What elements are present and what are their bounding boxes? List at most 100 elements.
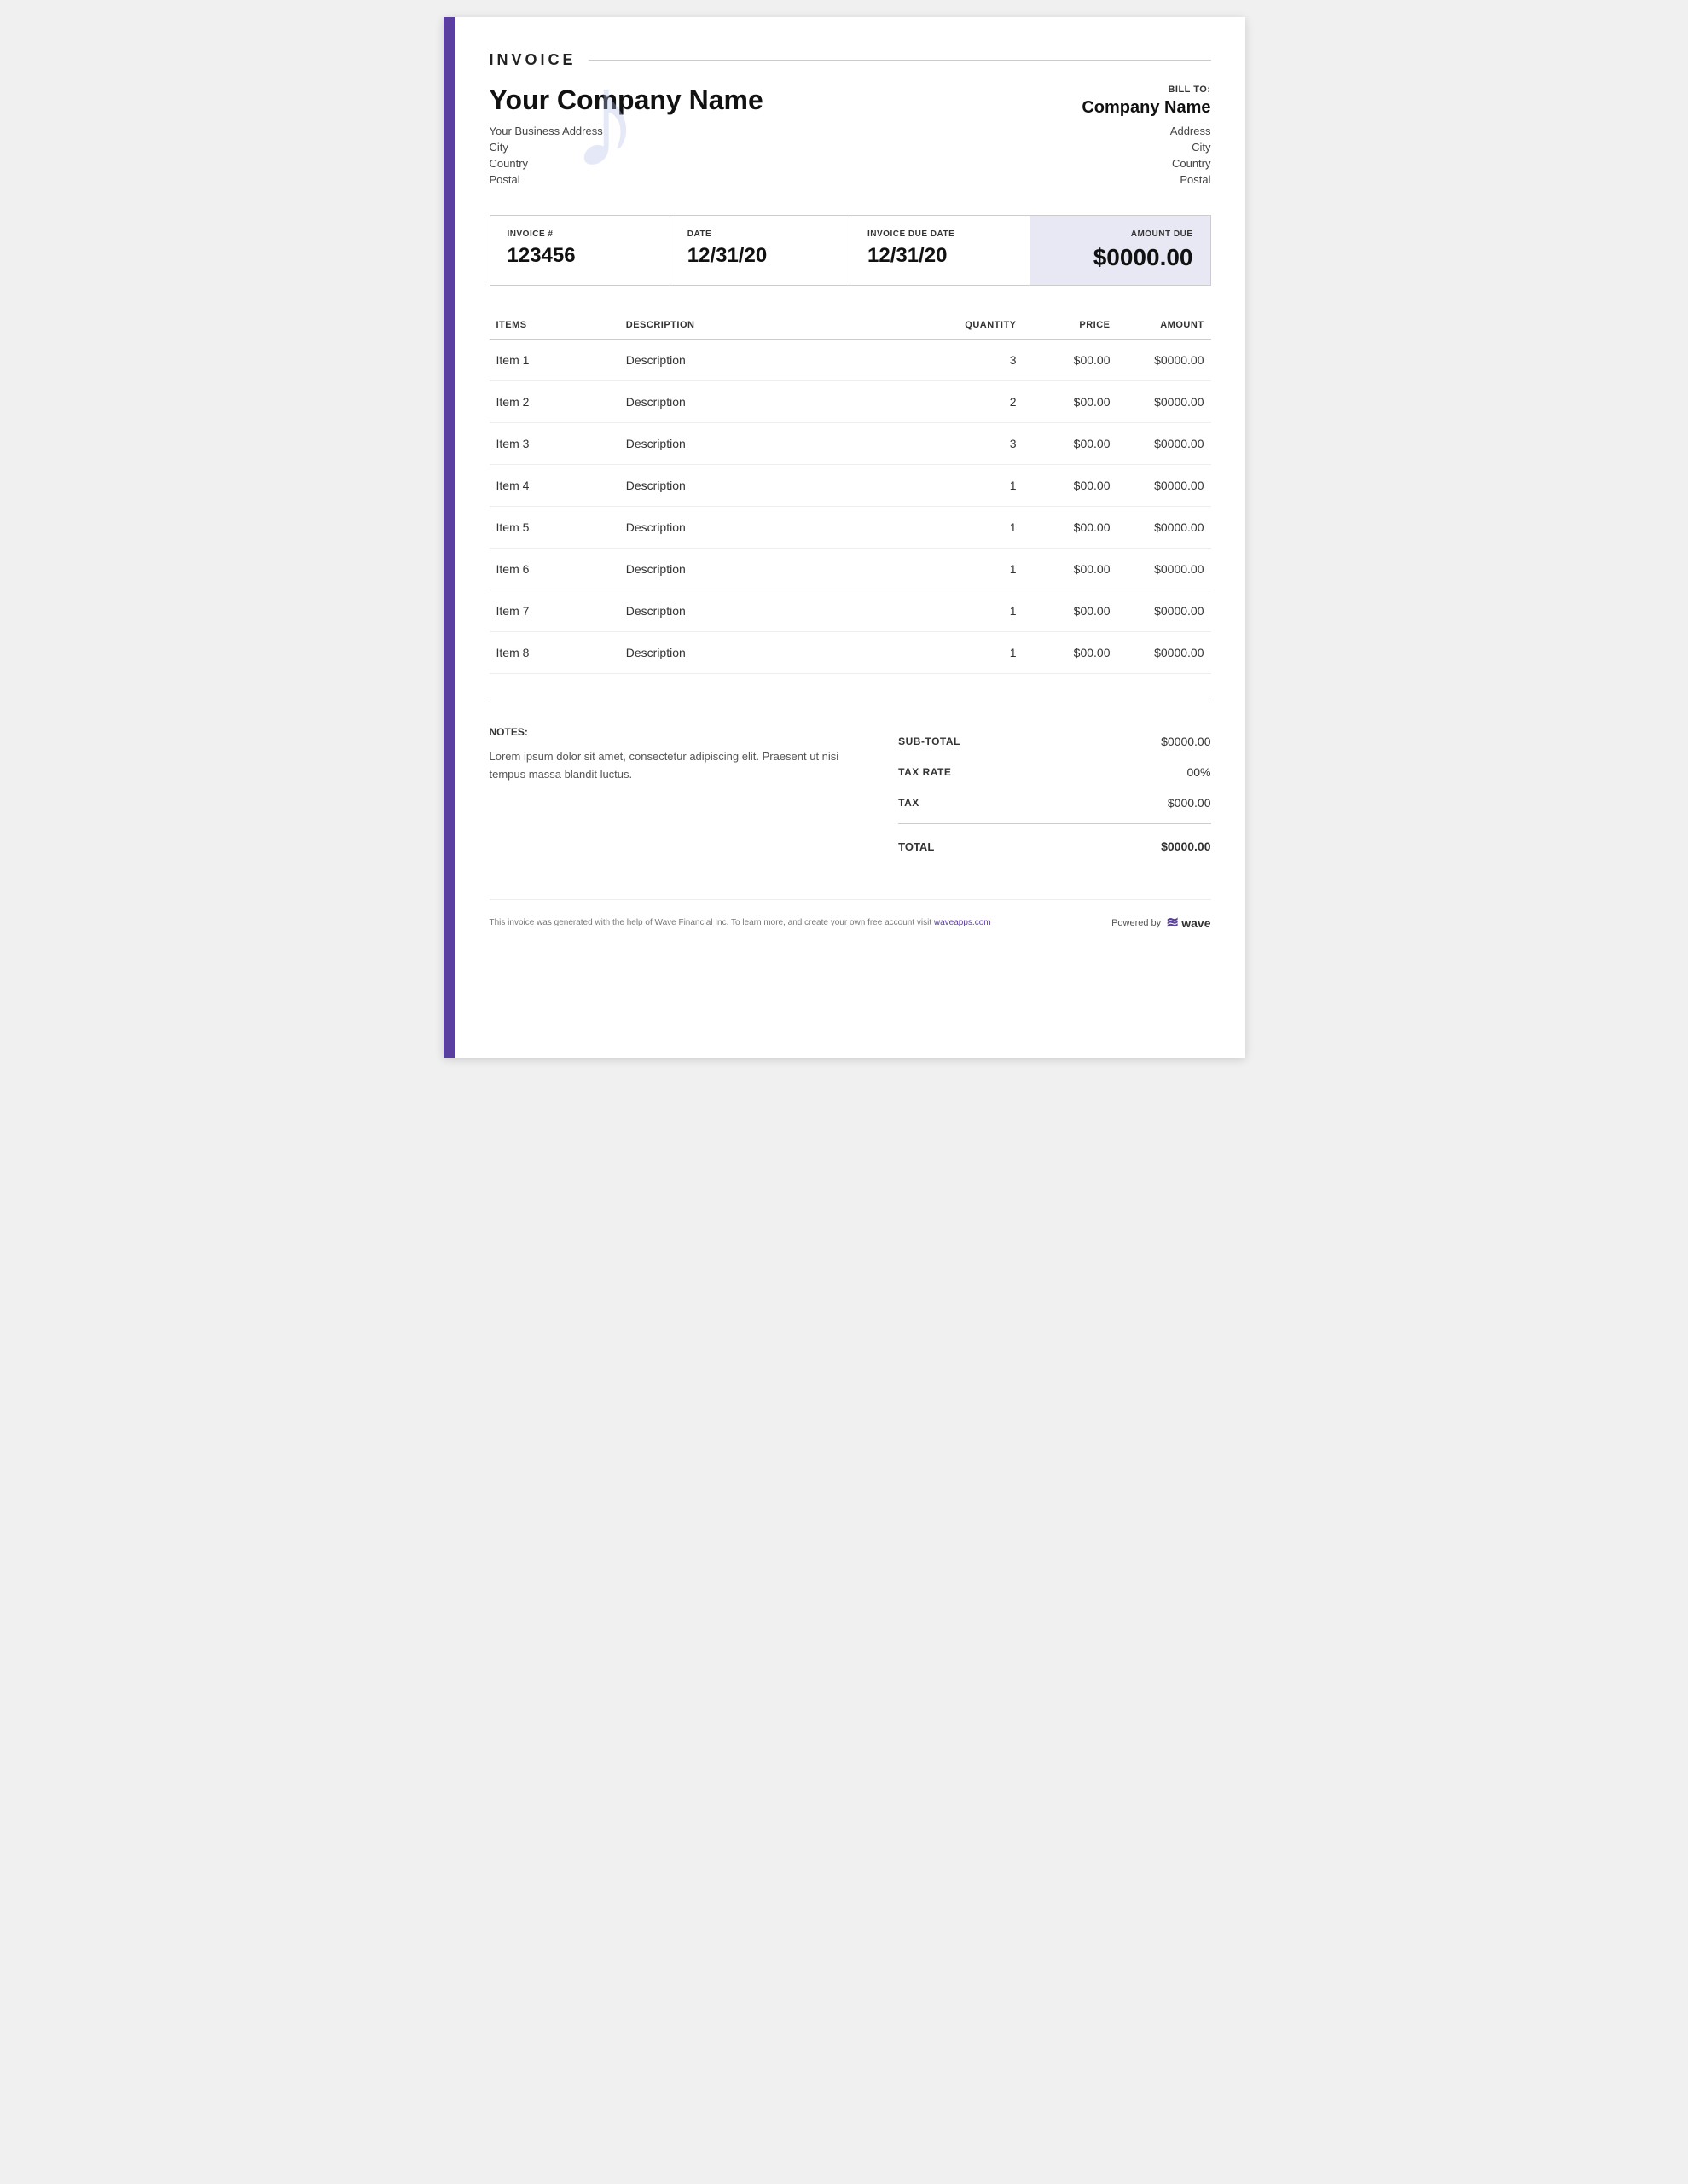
item-name: Item 5 xyxy=(490,507,619,549)
due-date-value: 12/31/20 xyxy=(867,244,1012,268)
item-amount: $0000.00 xyxy=(1117,549,1211,590)
notes-column: NOTES: Lorem ipsum dolor sit amet, conse… xyxy=(490,726,865,857)
subtotal-value: $0000.00 xyxy=(1161,735,1210,748)
item-amount: $0000.00 xyxy=(1117,590,1211,632)
tax-rate-label: TAX RATE xyxy=(898,766,951,778)
bill-city: City xyxy=(1041,141,1211,154)
item-amount: $0000.00 xyxy=(1117,423,1211,465)
table-row: Item 5 Description 1 $00.00 $0000.00 xyxy=(490,507,1211,549)
tax-label: TAX xyxy=(898,797,919,809)
accent-bar xyxy=(444,17,455,1058)
item-quantity: 1 xyxy=(922,507,1023,549)
item-price: $00.00 xyxy=(1024,465,1117,507)
invoice-number-label: INVOICE # xyxy=(508,229,653,239)
table-header-row: ITEMS DESCRIPTION QUANTITY PRICE AMOUNT xyxy=(490,311,1211,340)
item-price: $00.00 xyxy=(1024,590,1117,632)
item-description: Description xyxy=(619,423,922,465)
item-quantity: 1 xyxy=(922,465,1023,507)
item-price: $00.00 xyxy=(1024,423,1117,465)
item-description: Description xyxy=(619,632,922,674)
item-description: Description xyxy=(619,465,922,507)
invoice-number-cell: INVOICE # 123456 xyxy=(490,216,670,285)
tax-row: TAX $000.00 xyxy=(898,787,1210,818)
items-table: ITEMS DESCRIPTION QUANTITY PRICE AMOUNT … xyxy=(490,311,1211,674)
item-description: Description xyxy=(619,507,922,549)
notes-label: NOTES: xyxy=(490,726,865,738)
item-description: Description xyxy=(619,590,922,632)
wave-brand: wave xyxy=(1181,916,1210,930)
col-header-description: DESCRIPTION xyxy=(619,311,922,340)
date-cell: DATE 12/31/20 xyxy=(670,216,850,285)
date-label: DATE xyxy=(687,229,832,239)
bill-to-label: BILL TO: xyxy=(1041,84,1211,95)
invoice-meta-bar: INVOICE # 123456 DATE 12/31/20 INVOICE D… xyxy=(490,215,1211,286)
table-row: Item 2 Description 2 $00.00 $0000.00 xyxy=(490,381,1211,423)
item-name: Item 2 xyxy=(490,381,619,423)
item-quantity: 1 xyxy=(922,632,1023,674)
tax-rate-row: TAX RATE 00% xyxy=(898,757,1210,787)
due-date-label: INVOICE DUE DATE xyxy=(867,229,1012,239)
col-header-price: PRICE xyxy=(1024,311,1117,340)
subtotal-label: SUB-TOTAL xyxy=(898,735,960,747)
notes-text: Lorem ipsum dolor sit amet, consectetur … xyxy=(490,748,865,784)
powered-by-label: Powered by xyxy=(1111,918,1161,928)
footer-text: This invoice was generated with the help… xyxy=(490,918,991,927)
bill-address: Address xyxy=(1041,125,1211,137)
footer-section: NOTES: Lorem ipsum dolor sit amet, conse… xyxy=(490,700,1211,874)
bill-postal: Postal xyxy=(1041,173,1211,186)
company-country: Country xyxy=(490,157,1041,170)
table-row: Item 8 Description 1 $00.00 $0000.00 xyxy=(490,632,1211,674)
total-row: TOTAL $0000.00 xyxy=(898,829,1210,857)
table-row: Item 3 Description 3 $00.00 $0000.00 xyxy=(490,423,1211,465)
invoice-title: INVOICE xyxy=(490,51,577,69)
item-name: Item 3 xyxy=(490,423,619,465)
item-amount: $0000.00 xyxy=(1117,340,1211,381)
item-name: Item 7 xyxy=(490,590,619,632)
totals-divider xyxy=(898,823,1210,824)
item-description: Description xyxy=(619,340,922,381)
powered-by-section: Powered by ≋ wave xyxy=(1111,914,1210,932)
footer-text-content: This invoice was generated with the help… xyxy=(490,918,934,927)
date-value: 12/31/20 xyxy=(687,244,832,268)
company-address: Your Business Address xyxy=(490,125,1041,137)
item-amount: $0000.00 xyxy=(1117,465,1211,507)
table-row: Item 4 Description 1 $00.00 $0000.00 xyxy=(490,465,1211,507)
item-name: Item 8 xyxy=(490,632,619,674)
tax-value: $000.00 xyxy=(1168,796,1211,810)
item-quantity: 3 xyxy=(922,423,1023,465)
wave-logo: ≋ wave xyxy=(1166,914,1210,932)
item-quantity: 2 xyxy=(922,381,1023,423)
item-amount: $0000.00 xyxy=(1117,507,1211,549)
wave-icon: ≋ xyxy=(1166,914,1179,932)
total-label: TOTAL xyxy=(898,840,934,853)
item-price: $00.00 xyxy=(1024,632,1117,674)
company-name: Your Company Name xyxy=(490,84,1041,116)
table-row: Item 6 Description 1 $00.00 $0000.00 xyxy=(490,549,1211,590)
table-row: Item 1 Description 3 $00.00 $0000.00 xyxy=(490,340,1211,381)
title-divider xyxy=(589,60,1211,61)
company-city: City xyxy=(490,141,1041,154)
tax-rate-value: 00% xyxy=(1186,765,1210,779)
waveapps-link[interactable]: waveapps.com xyxy=(934,918,991,927)
item-name: Item 4 xyxy=(490,465,619,507)
item-amount: $0000.00 xyxy=(1117,632,1211,674)
col-header-items: ITEMS xyxy=(490,311,619,340)
item-quantity: 1 xyxy=(922,549,1023,590)
item-price: $00.00 xyxy=(1024,549,1117,590)
invoice-number-value: 123456 xyxy=(508,244,653,268)
item-quantity: 3 xyxy=(922,340,1023,381)
totals-column: SUB-TOTAL $0000.00 TAX RATE 00% TAX $000… xyxy=(898,726,1210,857)
invoice-title-row: INVOICE xyxy=(490,51,1211,69)
bill-company-name: Company Name xyxy=(1041,98,1211,118)
amount-due-cell: AMOUNT DUE $0000.00 xyxy=(1030,216,1209,285)
item-description: Description xyxy=(619,549,922,590)
amount-due-label: AMOUNT DUE xyxy=(1047,229,1192,239)
item-price: $00.00 xyxy=(1024,381,1117,423)
item-description: Description xyxy=(619,381,922,423)
company-postal: Postal xyxy=(490,173,1041,186)
bill-to-section: BILL TO: Company Name Address City Count… xyxy=(1041,84,1211,189)
item-price: $00.00 xyxy=(1024,340,1117,381)
company-info: Your Company Name Your Business Address … xyxy=(490,84,1041,189)
item-amount: $0000.00 xyxy=(1117,381,1211,423)
bottom-footer: This invoice was generated with the help… xyxy=(490,899,1211,940)
